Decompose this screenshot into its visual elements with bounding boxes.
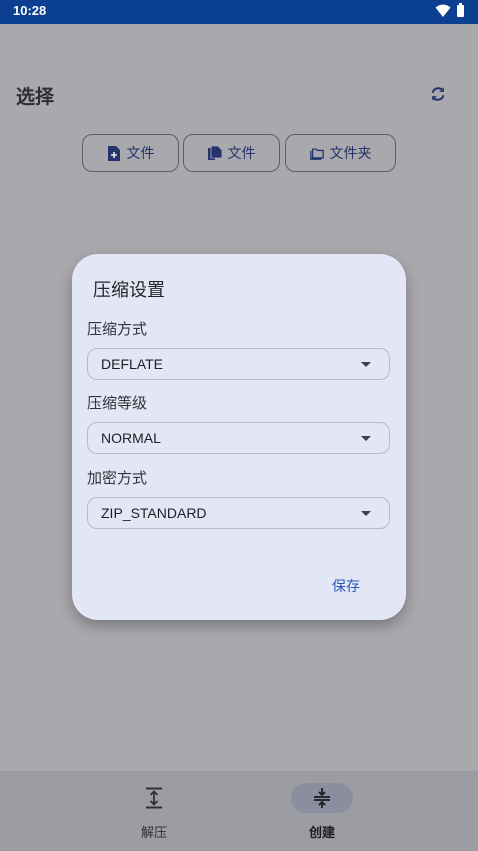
chevron-down-icon	[361, 436, 371, 441]
add-file-button[interactable]: 文件	[82, 134, 179, 172]
status-time: 10:28	[13, 3, 47, 18]
extract-icon	[146, 787, 162, 809]
battery-icon	[457, 3, 464, 17]
status-bar: 10:28	[0, 0, 478, 24]
add-folder-label: 文件夹	[329, 146, 372, 162]
compression-level-value: NORMAL	[101, 430, 161, 446]
nav-item-create[interactable]: 创建	[252, 771, 392, 851]
save-button[interactable]: 保存	[328, 574, 364, 598]
chevron-down-icon	[361, 362, 371, 367]
nav-item-extract[interactable]: 解压	[84, 771, 224, 851]
compression-level-select[interactable]: NORMAL	[87, 422, 390, 454]
compression-method-label: 压缩方式	[87, 320, 148, 338]
add-file-label: 文件	[126, 146, 155, 162]
compression-level-label: 压缩等级	[87, 394, 148, 412]
chevron-down-icon	[361, 511, 371, 516]
nav-label-create: 创建	[308, 826, 335, 841]
page-title: 选择	[16, 87, 55, 108]
wifi-icon	[435, 4, 451, 17]
nav-label-extract: 解压	[140, 826, 167, 841]
compression-settings-dialog: 压缩设置 压缩方式 DEFLATE 压缩等级 NORMAL 加密方式 ZIP_S…	[72, 254, 406, 620]
folder-icon	[309, 147, 324, 160]
compression-method-value: DEFLATE	[101, 356, 163, 372]
encryption-method-value: ZIP_STANDARD	[101, 505, 207, 521]
files-icon	[207, 145, 222, 160]
nav-icon-container	[123, 783, 185, 813]
bottom-navigation: 解压 创建	[0, 771, 478, 851]
nav-icon-container-active	[291, 783, 353, 813]
compression-method-select[interactable]: DEFLATE	[87, 348, 390, 380]
compress-icon	[314, 788, 330, 808]
add-folder-button[interactable]: 文件夹	[285, 134, 396, 172]
status-icons	[435, 3, 464, 18]
add-files-button[interactable]: 文件	[183, 134, 280, 172]
encryption-method-select[interactable]: ZIP_STANDARD	[87, 497, 390, 529]
add-files-label: 文件	[227, 146, 256, 162]
file-add-icon	[107, 145, 120, 161]
encryption-method-label: 加密方式	[87, 469, 148, 487]
dialog-title: 压缩设置	[93, 280, 165, 301]
refresh-icon[interactable]	[428, 84, 448, 104]
